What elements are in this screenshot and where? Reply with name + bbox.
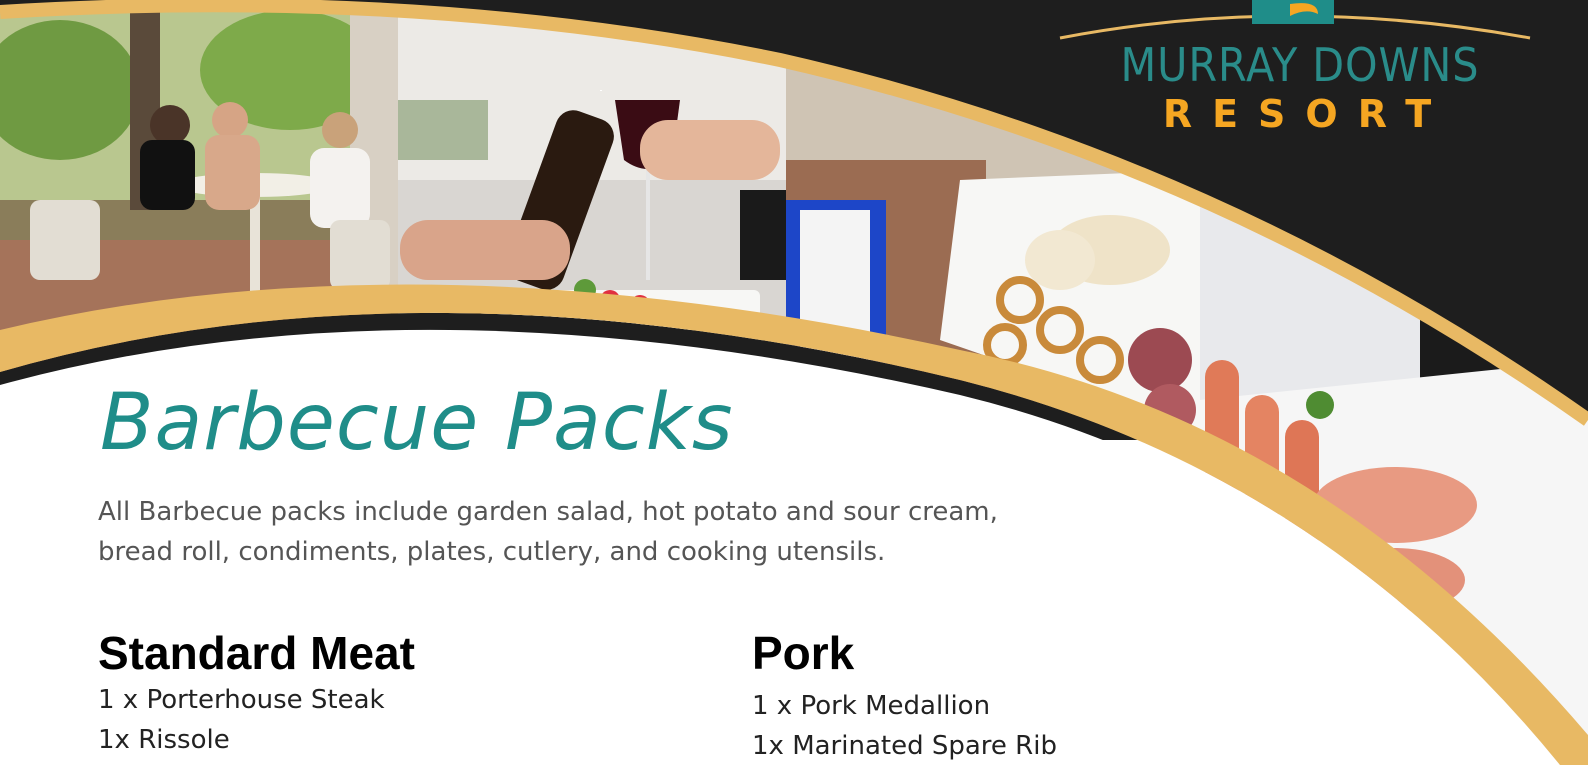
pack-item: 1 x Porterhouse Steak	[98, 685, 385, 715]
pack-item: 1x Rissole	[98, 725, 230, 755]
pack-item: 1 x Pork Medallion	[752, 691, 991, 721]
intro-text: All Barbecue packs include garden salad,…	[98, 492, 1058, 572]
page-title: Barbecue Packs	[100, 378, 734, 468]
pack-item: 1x Marinated Spare Rib	[752, 731, 1057, 761]
logo-name-line2: RESORT	[1162, 92, 1452, 136]
brochure-page: MURRAY DOWNS RESORT Barbecue Packs All B…	[0, 0, 1588, 765]
pack-title: Pork	[752, 627, 855, 679]
pack-title: Standard Meat	[98, 627, 415, 679]
pack-standard-meat: Standard Meat 1 x Porterhouse Steak 1x R…	[98, 626, 415, 760]
intro-line: bread roll, condiments, plates, cutlery,…	[98, 537, 886, 567]
resort-logo: MURRAY DOWNS RESORT	[1060, 0, 1540, 140]
pack-pork: Pork 1 x Pork Medallion 1x Marinated Spa…	[752, 626, 1057, 765]
logo-name-line1: MURRAY DOWNS	[1120, 38, 1480, 92]
intro-line: All Barbecue packs include garden salad,…	[98, 497, 998, 527]
